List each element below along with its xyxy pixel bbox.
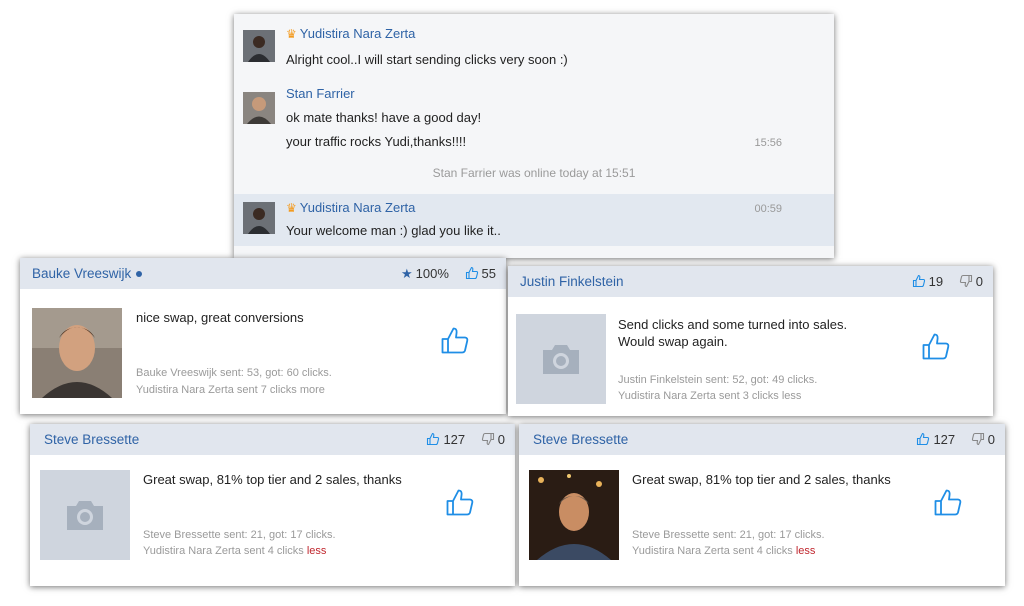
review-card: Steve Bressette 127 0 Great swap, 81% to… [30, 424, 515, 586]
review-text: Great swap, 81% top tier and 2 sales, th… [632, 472, 891, 487]
chat-message: ♛ Yudistira Nara Zerta Your welcome man :… [234, 194, 834, 246]
crown-icon: ♛ [286, 201, 297, 215]
card-header: Steve Bressette 127 0 [30, 424, 515, 455]
online-indicator [136, 271, 143, 278]
review-stats: 19 0 [900, 274, 983, 289]
chat-author[interactable]: Stan Farrier [286, 86, 355, 101]
likes-count[interactable]: 127 [916, 432, 955, 447]
reviewer-name[interactable]: Bauke Vreeswijk [32, 266, 143, 281]
chat-author[interactable]: ♛ Yudistira Nara Zerta [286, 200, 415, 215]
chat-message: Stan Farrier ok mate thanks! have a good… [234, 76, 834, 158]
thumbs-up-icon [440, 326, 470, 359]
camera-icon [67, 501, 103, 530]
thumbs-up-icon [427, 432, 440, 446]
clicks-summary: Bauke Vreeswijk sent: 53, got: 60 clicks… [136, 367, 332, 379]
chat-text: ok mate thanks! have a good day! [286, 110, 482, 125]
message-time: 00:59 [754, 203, 782, 215]
clicks-summary: Justin Finkelstein sent: 52, got: 49 cli… [618, 374, 818, 386]
reviewer-name[interactable]: Justin Finkelstein [520, 274, 624, 289]
camera-icon [543, 345, 579, 374]
clicks-diff: Yudistira Nara Zerta sent 7 clicks more [136, 384, 325, 396]
thumbs-up-icon [912, 274, 925, 288]
avatar[interactable] [243, 202, 275, 234]
dislikes-count[interactable]: 0 [481, 432, 505, 447]
thumbs-up-icon [465, 266, 478, 280]
chat-message: ♛ Yudistira Nara Zerta Alright cool..I wi… [234, 14, 834, 76]
chat-text: Your welcome man :) glad you like it.. [286, 223, 501, 238]
thumbs-down-icon [971, 432, 984, 446]
review-stats: ★ 100% 55 [389, 266, 496, 282]
reviewer-photo [32, 308, 122, 398]
star-icon: ★ [401, 266, 413, 281]
crown-icon: ♛ [286, 27, 297, 41]
clicks-diff: Yudistira Nara Zerta sent 4 clicks less [143, 545, 327, 557]
review-card: Steve Bressette 127 0 Great swap, 81% to… [519, 424, 1005, 586]
thumbs-up-icon [445, 488, 475, 521]
review-text: Great swap, 81% top tier and 2 sales, th… [143, 472, 402, 487]
photo-placeholder [516, 314, 606, 404]
clicks-summary: Steve Bressette sent: 21, got: 17 clicks… [632, 529, 825, 541]
page: ♛ Yudistira Nara Zerta Alright cool..I wi… [0, 0, 1024, 606]
thumbs-up-icon [933, 488, 963, 521]
card-header: Steve Bressette 127 0 [519, 424, 1005, 455]
reviewer-name[interactable]: Steve Bressette [44, 432, 139, 447]
thumbs-up-icon [921, 332, 951, 365]
dislikes-count[interactable]: 0 [959, 274, 983, 289]
clicks-diff: Yudistira Nara Zerta sent 3 clicks less [618, 390, 802, 402]
avatar[interactable] [243, 92, 275, 124]
chat-text: your traffic rocks Yudi,thanks!!!! [286, 134, 467, 149]
review-text: Send clicks and some turned into sales. … [618, 317, 848, 349]
review-text: nice swap, great conversions [136, 310, 304, 325]
clicks-diff: Yudistira Nara Zerta sent 4 clicks less [632, 545, 816, 557]
thumbs-up-icon [917, 432, 930, 446]
photo-placeholder [40, 470, 130, 560]
card-header: Justin Finkelstein 19 0 [508, 266, 993, 297]
chat-author[interactable]: ♛ Yudistira Nara Zerta [286, 26, 415, 41]
reviewer-name[interactable]: Steve Bressette [533, 432, 628, 447]
thumbs-down-icon [481, 432, 494, 446]
chat-text: Alright cool..I will start sending click… [286, 52, 568, 67]
likes-count[interactable]: 127 [426, 432, 465, 447]
message-time: 15:56 [754, 137, 782, 149]
likes-count[interactable]: 19 [912, 274, 943, 289]
review-card: Bauke Vreeswijk ★ 100% 55 nice swap, grea… [20, 258, 506, 414]
review-stats: 127 0 [904, 432, 995, 447]
reviewer-photo [529, 470, 619, 560]
chat-window: ♛ Yudistira Nara Zerta Alright cool..I wi… [234, 14, 834, 258]
card-header: Bauke Vreeswijk ★ 100% 55 [20, 258, 506, 289]
clicks-summary: Steve Bressette sent: 21, got: 17 clicks… [143, 529, 336, 541]
dislikes-count[interactable]: 0 [971, 432, 995, 447]
review-card: Justin Finkelstein 19 0 Send clicks and … [508, 266, 993, 416]
avatar[interactable] [243, 30, 275, 62]
likes-count[interactable]: 55 [465, 266, 496, 281]
review-stats: 127 0 [414, 432, 505, 447]
rating: ★ 100% [401, 266, 449, 281]
thumbs-down-icon [959, 274, 972, 288]
online-status: Stan Farrier was online today at 15:51 [432, 166, 636, 180]
